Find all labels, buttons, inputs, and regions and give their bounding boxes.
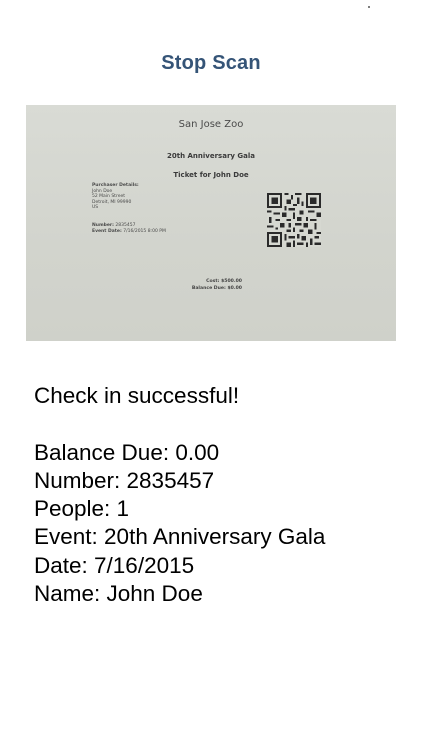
status-indicator-dot [368, 6, 370, 8]
scan-result-panel: Check in successful! Balance Due: 0.00 N… [34, 382, 325, 608]
ticket-number-label: Number: [92, 223, 114, 228]
ticket-cost-label: Cost: [206, 279, 220, 284]
ticket-number-value: 2835457 [115, 223, 136, 228]
ticket-holder-line: Ticket for John Doe [173, 171, 249, 179]
result-date: Date: 7/16/2015 [34, 552, 195, 578]
stop-scan-button[interactable]: Stop Scan [0, 52, 422, 75]
ticket-venue: San Jose Zoo [178, 119, 244, 130]
ticket-purchaser-details: Purchaser Details: John Doe 52 Main Stre… [92, 183, 139, 211]
check-in-status: Check in successful! [34, 383, 240, 408]
qr-code-icon [267, 193, 321, 247]
ticket-balance-label: Balance Due: [191, 286, 226, 291]
result-spacer [34, 410, 325, 438]
purchaser-country: US [92, 205, 99, 211]
ticket-cost-value: $500.00 [221, 279, 242, 284]
ticket-cost-row: Cost: $500.00 [182, 278, 242, 285]
purchaser-header: Purchaser Details: [92, 183, 139, 188]
ticket-totals: Cost: $500.00 Balance Due: $0.00 [182, 278, 242, 292]
scanned-ticket: San Jose Zoo 20th Anniversary Gala Ticke… [26, 105, 396, 341]
result-name: Name: John Doe [34, 581, 203, 607]
ticket-date-row: Event Date: 7/16/2015 8:00 PM [92, 229, 166, 235]
ticket-date-value: 7/16/2015 8:00 PM [123, 228, 166, 234]
ticket-balance-value: $0.00 [227, 286, 242, 291]
result-people: People: 1 [34, 496, 130, 522]
result-event: Event: 20th Anniversary Gala [34, 524, 326, 550]
ticket-meta: Number: 2835457 Event Date: 7/16/2015 8:… [92, 223, 166, 234]
result-number: Number: 2835457 [34, 467, 215, 493]
result-balance-due: Balance Due: 0.00 [34, 439, 220, 465]
ticket-event-title: 20th Anniversary Gala [167, 152, 255, 160]
camera-preview: San Jose Zoo 20th Anniversary Gala Ticke… [26, 105, 396, 341]
ticket-balance-row: Balance Due: $0.00 [182, 285, 242, 292]
ticket-date-label: Event Date: [92, 228, 122, 234]
